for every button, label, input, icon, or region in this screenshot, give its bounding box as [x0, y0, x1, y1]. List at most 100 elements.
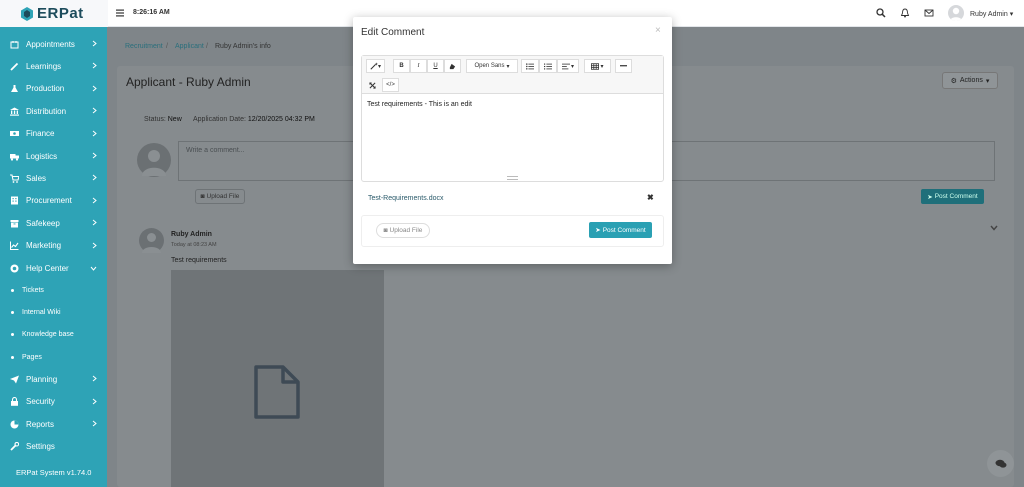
bullet-list-icon: [526, 62, 534, 70]
brand-logo[interactable]: ERPat: [0, 0, 108, 27]
comment-time: Today at 08:23 AM: [171, 242, 217, 248]
application-date-line: Application Date: 12/20/2025 04:32 PM: [193, 116, 315, 123]
user-silhouette-icon: [950, 7, 962, 21]
envelope-icon[interactable]: [924, 8, 934, 18]
date-label: Application Date:: [193, 116, 246, 123]
post-label: Post Comment: [602, 226, 646, 234]
bank-icon: [10, 107, 19, 116]
breadcrumb-applicant[interactable]: Applicant: [175, 43, 204, 50]
sidebar-item-security[interactable]: Security: [0, 391, 107, 413]
sidebar-item-label: Appointments: [26, 39, 75, 49]
sidebar-item-label: Safekeep: [26, 218, 60, 228]
sidebar-subitem-knowledge-base[interactable]: Knowledge base: [0, 324, 107, 346]
sidebar-item-reports[interactable]: Reports: [0, 413, 107, 435]
truck-icon: [10, 153, 19, 161]
fullscreen-button[interactable]: [364, 78, 381, 92]
chevron-right-icon: [92, 152, 97, 159]
caret-down-icon: ▾: [600, 63, 604, 70]
magic-style-button[interactable]: ▾: [366, 59, 385, 73]
editor-resize-handle[interactable]: [507, 176, 518, 180]
bullet-list-button[interactable]: [521, 59, 539, 73]
modal-title: Edit Comment: [361, 27, 425, 38]
breadcrumb-current: Ruby Admin's info: [215, 43, 271, 50]
chat-button[interactable]: [987, 450, 1014, 477]
search-icon[interactable]: [876, 8, 886, 18]
sidebar-subitem-label: Tickets: [22, 286, 44, 294]
italic-button[interactable]: I: [410, 59, 427, 73]
sidebar-item-planning[interactable]: Planning: [0, 368, 107, 390]
chevron-right-icon: [92, 63, 97, 69]
sidebar-subitem-label: Knowledge base: [22, 331, 74, 339]
comment-placeholder: Write a comment...: [186, 147, 245, 154]
sidebar-item-help-center[interactable]: Help Center: [0, 257, 107, 279]
sidebar-item-appointments[interactable]: Appointments: [0, 33, 107, 55]
sidebar-item-label: Marketing: [26, 241, 62, 251]
comment-author-avatar: [139, 228, 164, 253]
post-label: Post Comment: [934, 193, 978, 200]
bold-icon: B: [399, 63, 404, 69]
logo-icon: [21, 6, 33, 21]
sidebar-item-safekeep[interactable]: Safekeep: [0, 212, 107, 234]
chevron-right-icon: [92, 375, 97, 382]
sidebar-item-label: Distribution: [26, 106, 67, 116]
caret-down-icon: ▾: [377, 63, 381, 70]
sidebar-item-sales[interactable]: Sales: [0, 167, 107, 189]
editor-content[interactable]: Test requirements - This is an edit: [367, 101, 472, 108]
user-menu[interactable]: Ruby Admin ▾: [970, 10, 1013, 18]
cart-icon: [10, 174, 19, 183]
bold-button[interactable]: B: [393, 59, 410, 73]
upload-file-button[interactable]: ◙ Upload File: [195, 189, 245, 204]
minus-icon: [620, 65, 627, 67]
page-title: Applicant - Ruby Admin: [126, 75, 251, 89]
chevron-down-icon: [90, 266, 97, 271]
upload-label: Upload File: [389, 227, 423, 234]
sidebar-item-finance[interactable]: Finance: [0, 123, 107, 145]
table-button[interactable]: ▾: [584, 59, 611, 73]
menu-toggle-icon[interactable]: [116, 9, 124, 17]
money-icon: [10, 131, 19, 137]
sidebar-item-production[interactable]: Production: [0, 78, 107, 100]
sidebar-item-settings[interactable]: Settings: [0, 435, 107, 457]
sidebar-item-label: Sales: [26, 173, 47, 183]
paragraph-align-button[interactable]: ▾: [557, 59, 579, 73]
horizontal-rule-button[interactable]: [615, 59, 632, 73]
post-comment-button[interactable]: ➤ Post Comment: [921, 189, 984, 204]
flask-icon: [11, 85, 18, 93]
clear-format-button[interactable]: [444, 59, 461, 73]
underline-button[interactable]: U: [427, 59, 444, 73]
paper-plane-icon: ➤: [595, 227, 601, 234]
sidebar-subitem-pages[interactable]: Pages: [0, 346, 107, 368]
attachment-name[interactable]: Test-Requirements.docx: [368, 195, 443, 202]
remove-attachment-icon[interactable]: ✖: [647, 193, 654, 202]
bullet-icon: [11, 311, 14, 315]
chevron-right-icon: [92, 420, 97, 427]
sidebar-item-marketing[interactable]: Marketing: [0, 235, 107, 257]
modal-upload-file-button[interactable]: ◙ Upload File: [376, 223, 430, 238]
clock: 8:26:16 AM: [133, 9, 170, 16]
sidebar-subitem-internal-wiki[interactable]: Internal Wiki: [0, 302, 107, 324]
status-value: New: [167, 116, 182, 123]
font-family-select[interactable]: Open Sans ▾: [466, 59, 518, 73]
underline-icon: U: [433, 63, 438, 69]
magic-wand-icon: [370, 62, 378, 70]
code-view-button[interactable]: </>: [382, 78, 399, 92]
chevron-down-icon[interactable]: [990, 225, 998, 231]
status-line: Status: New: [144, 116, 182, 123]
building-icon: [11, 196, 18, 205]
bell-icon[interactable]: [900, 8, 910, 18]
app-version: ERPat System v1.74.0: [16, 468, 92, 477]
actions-dropdown[interactable]: ⚙ Actions ▾: [942, 72, 998, 89]
modal-post-comment-button[interactable]: ➤ Post Comment: [589, 222, 652, 238]
italic-icon: I: [417, 63, 420, 69]
sidebar-item-distribution[interactable]: Distribution: [0, 100, 107, 122]
close-icon[interactable]: ×: [655, 25, 661, 36]
sidebar-item-logistics[interactable]: Logistics: [0, 145, 107, 167]
sidebar-item-learnings[interactable]: Learnings: [0, 55, 107, 77]
breadcrumb-recruitment[interactable]: Recruitment: [125, 43, 163, 50]
user-avatar[interactable]: [948, 5, 964, 21]
numbered-list-button[interactable]: [539, 59, 557, 73]
sidebar-item-procurement[interactable]: Procurement: [0, 190, 107, 212]
sidebar-subitem-tickets[interactable]: Tickets: [0, 279, 107, 301]
camera-icon: ◙: [383, 227, 388, 234]
sidebar-item-label: Help Center: [26, 263, 69, 273]
